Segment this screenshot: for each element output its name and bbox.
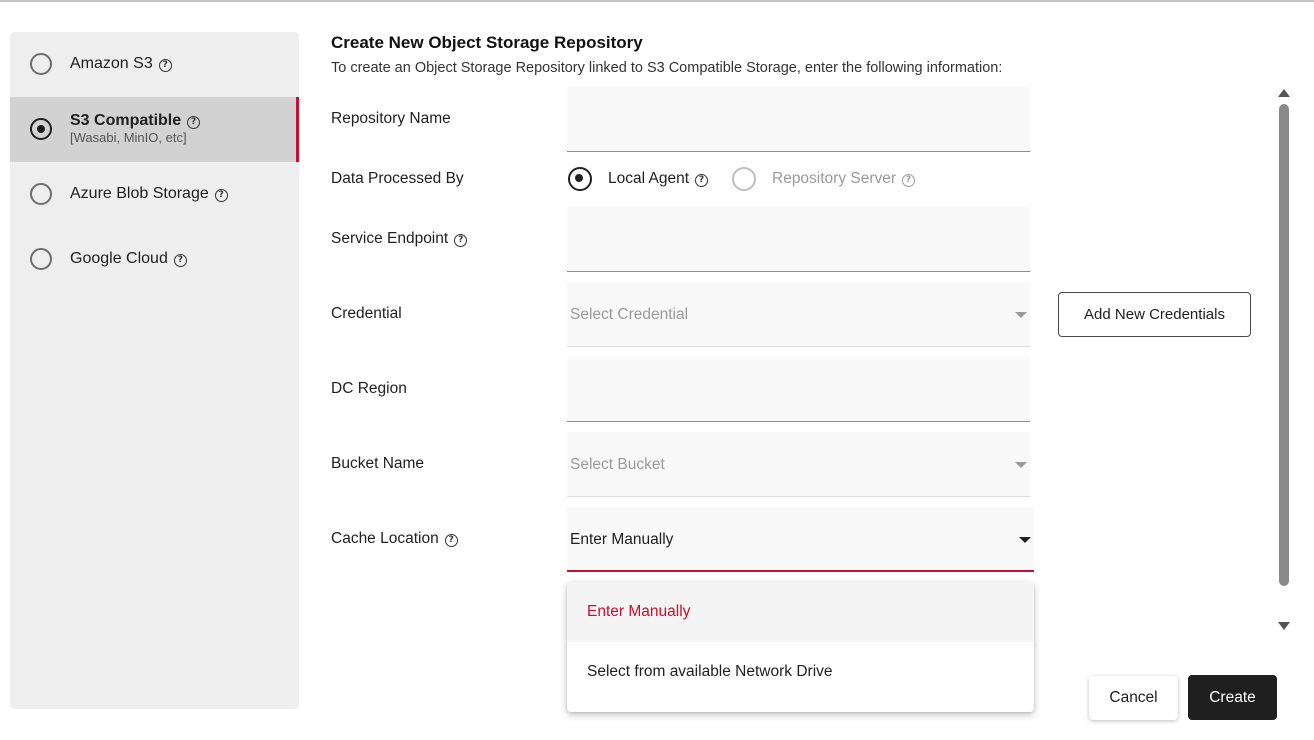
help-icon[interactable]: ? <box>695 174 709 187</box>
cache-location-select[interactable]: Enter Manually <box>567 507 1034 572</box>
sidebar-item-label: Amazon S3? <box>70 55 172 73</box>
help-icon[interactable]: ? <box>173 254 187 267</box>
cache-location-menu: Enter Manually Select from available Net… <box>567 582 1034 712</box>
amazon-s3-radio[interactable] <box>30 53 52 75</box>
scrollbar-thumb[interactable] <box>1279 104 1289 586</box>
credential-label: Credential <box>331 305 402 322</box>
google-cloud-radio[interactable] <box>30 248 52 270</box>
chevron-down-icon <box>1019 537 1031 543</box>
help-icon[interactable]: ? <box>158 59 172 72</box>
cancel-button[interactable]: Cancel <box>1089 676 1178 720</box>
azure-blob-radio[interactable] <box>30 183 52 205</box>
sidebar-item-s3-compatible[interactable]: S3 Compatible? [Wasabi, MinIO, etc] <box>10 97 299 162</box>
create-button[interactable]: Create <box>1188 675 1277 720</box>
sidebar-item-azure-blob[interactable]: Azure Blob Storage? <box>10 162 299 227</box>
scroll-up-icon[interactable] <box>1278 89 1290 97</box>
local-agent-label: Local Agent? <box>608 170 709 188</box>
repository-server-radio[interactable] <box>732 167 756 191</box>
chevron-down-icon <box>1015 312 1027 318</box>
local-agent-radio[interactable] <box>568 167 592 191</box>
help-icon[interactable]: ? <box>214 189 228 202</box>
dc-region-input[interactable] <box>567 357 1030 422</box>
bucket-name-label: Bucket Name <box>331 455 425 472</box>
data-processed-by-label: Data Processed By <box>331 170 464 187</box>
bucket-name-select[interactable]: Select Bucket <box>567 432 1030 497</box>
repository-name-label: Repository Name <box>331 110 451 127</box>
sidebar-item-label: S3 Compatible? <box>70 112 201 130</box>
credential-select[interactable]: Select Credential <box>567 282 1030 347</box>
repository-name-input[interactable] <box>567 87 1030 152</box>
page-subtitle: To create an Object Storage Repository l… <box>331 60 1003 76</box>
help-icon[interactable]: ? <box>454 234 468 247</box>
s3-compatible-radio[interactable] <box>30 118 52 140</box>
top-divider <box>0 0 1314 2</box>
service-endpoint-input[interactable] <box>567 207 1030 272</box>
sidebar-item-google-cloud[interactable]: Google Cloud? <box>10 227 299 292</box>
chevron-down-icon <box>1015 462 1027 468</box>
sidebar-item-label: Azure Blob Storage? <box>70 185 228 203</box>
repository-server-label: Repository Server? <box>772 170 916 188</box>
menu-item-network-drive[interactable]: Select from available Network Drive <box>567 642 1034 702</box>
help-icon[interactable]: ? <box>444 534 458 547</box>
storage-type-sidebar: Amazon S3? S3 Compatible? [Wasabi, MinIO… <box>10 32 299 709</box>
dc-region-label: DC Region <box>331 380 407 397</box>
sidebar-item-amazon-s3[interactable]: Amazon S3? <box>10 32 299 97</box>
sidebar-item-sublabel: [Wasabi, MinIO, etc] <box>70 130 187 145</box>
credential-placeholder: Select Credential <box>570 306 689 323</box>
help-icon[interactable]: ? <box>187 116 201 129</box>
scroll-down-icon[interactable] <box>1278 622 1290 630</box>
service-endpoint-label: Service Endpoint? <box>331 230 468 248</box>
page-title: Create New Object Storage Repository <box>331 33 643 52</box>
bucket-placeholder: Select Bucket <box>570 456 665 473</box>
sidebar-item-label: Google Cloud? <box>70 250 187 268</box>
cache-location-label: Cache Location? <box>331 530 458 548</box>
cache-location-value: Enter Manually <box>570 531 674 548</box>
help-icon[interactable]: ? <box>902 174 916 187</box>
menu-item-enter-manually[interactable]: Enter Manually <box>567 582 1034 642</box>
add-new-credentials-button[interactable]: Add New Credentials <box>1058 292 1251 337</box>
